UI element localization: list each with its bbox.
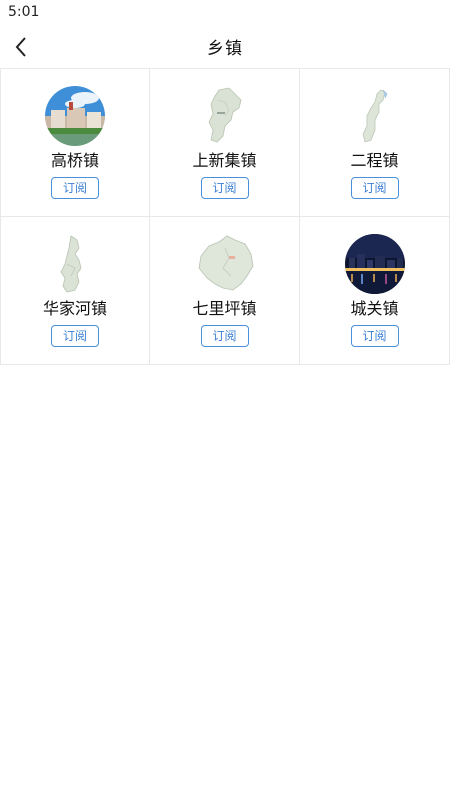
town-grid: 高桥镇 订阅 上新集镇 订阅 二程镇 订阅 华家河镇 订阅 七里坪镇 订阅 城关…: [0, 68, 450, 365]
town-card[interactable]: 二程镇 订阅: [299, 69, 450, 217]
town-photo: [344, 234, 405, 294]
town-card[interactable]: 上新集镇 订阅: [149, 69, 300, 217]
town-name: 华家河镇: [42, 299, 107, 318]
town-card[interactable]: 城关镇 订阅: [299, 217, 450, 365]
page-title: 乡镇: [207, 39, 243, 59]
status-time: 5:01: [8, 4, 40, 20]
town-card[interactable]: 高桥镇 订阅: [0, 69, 150, 217]
town-card[interactable]: 七里坪镇 订阅: [149, 217, 300, 365]
town-photo: [45, 86, 105, 146]
town-map: [345, 86, 405, 146]
town-map: [195, 86, 255, 146]
subscribe-button[interactable]: 订阅: [350, 325, 399, 347]
town-name: 高桥镇: [50, 151, 99, 170]
town-name: 上新集镇: [192, 151, 257, 170]
subscribe-button[interactable]: 订阅: [200, 325, 249, 347]
town-name: 二程镇: [350, 151, 399, 170]
town-card[interactable]: 华家河镇 订阅: [0, 217, 150, 365]
subscribe-button[interactable]: 订阅: [200, 177, 249, 199]
town-map: [195, 234, 255, 294]
town-map: [45, 234, 105, 294]
top-bar: 乡镇: [0, 26, 450, 66]
subscribe-button[interactable]: 订阅: [51, 177, 99, 199]
status-bar: 5:01: [0, 0, 450, 26]
subscribe-button[interactable]: 订阅: [350, 177, 399, 199]
town-name: 七里坪镇: [192, 299, 257, 318]
subscribe-button[interactable]: 订阅: [51, 325, 99, 347]
town-name: 城关镇: [350, 299, 399, 318]
